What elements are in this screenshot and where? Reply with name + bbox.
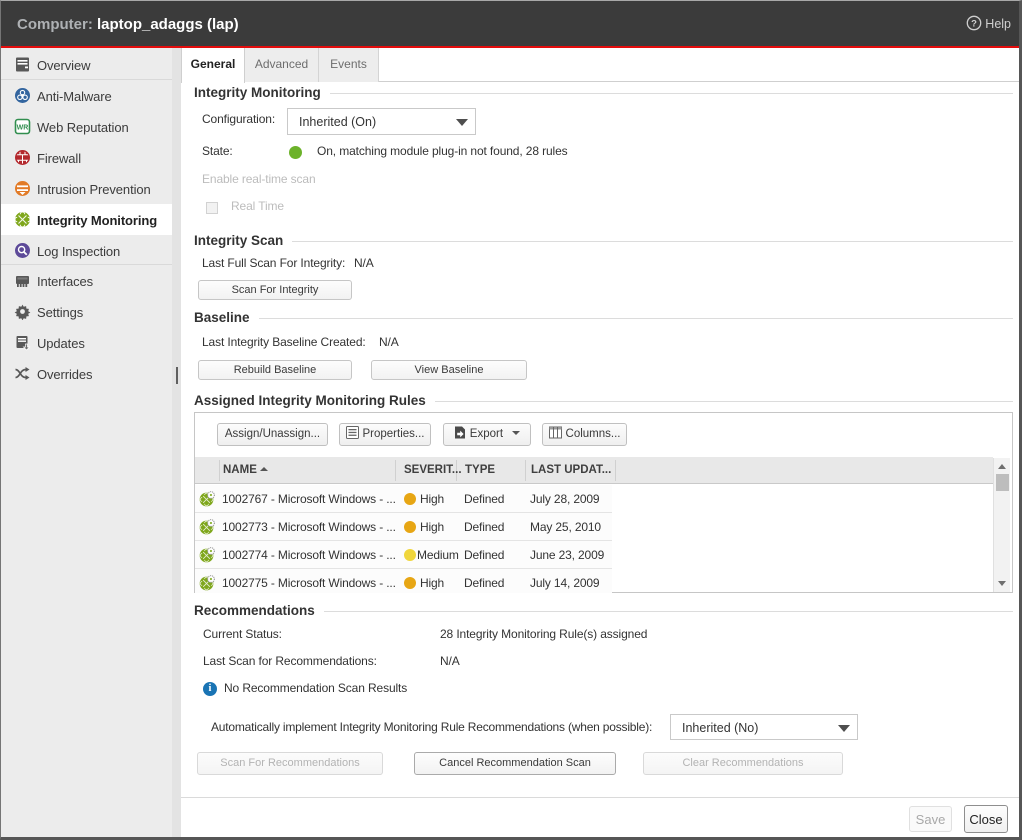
svg-text:?: ?: [971, 18, 977, 29]
svg-text:WR: WR: [17, 124, 29, 131]
